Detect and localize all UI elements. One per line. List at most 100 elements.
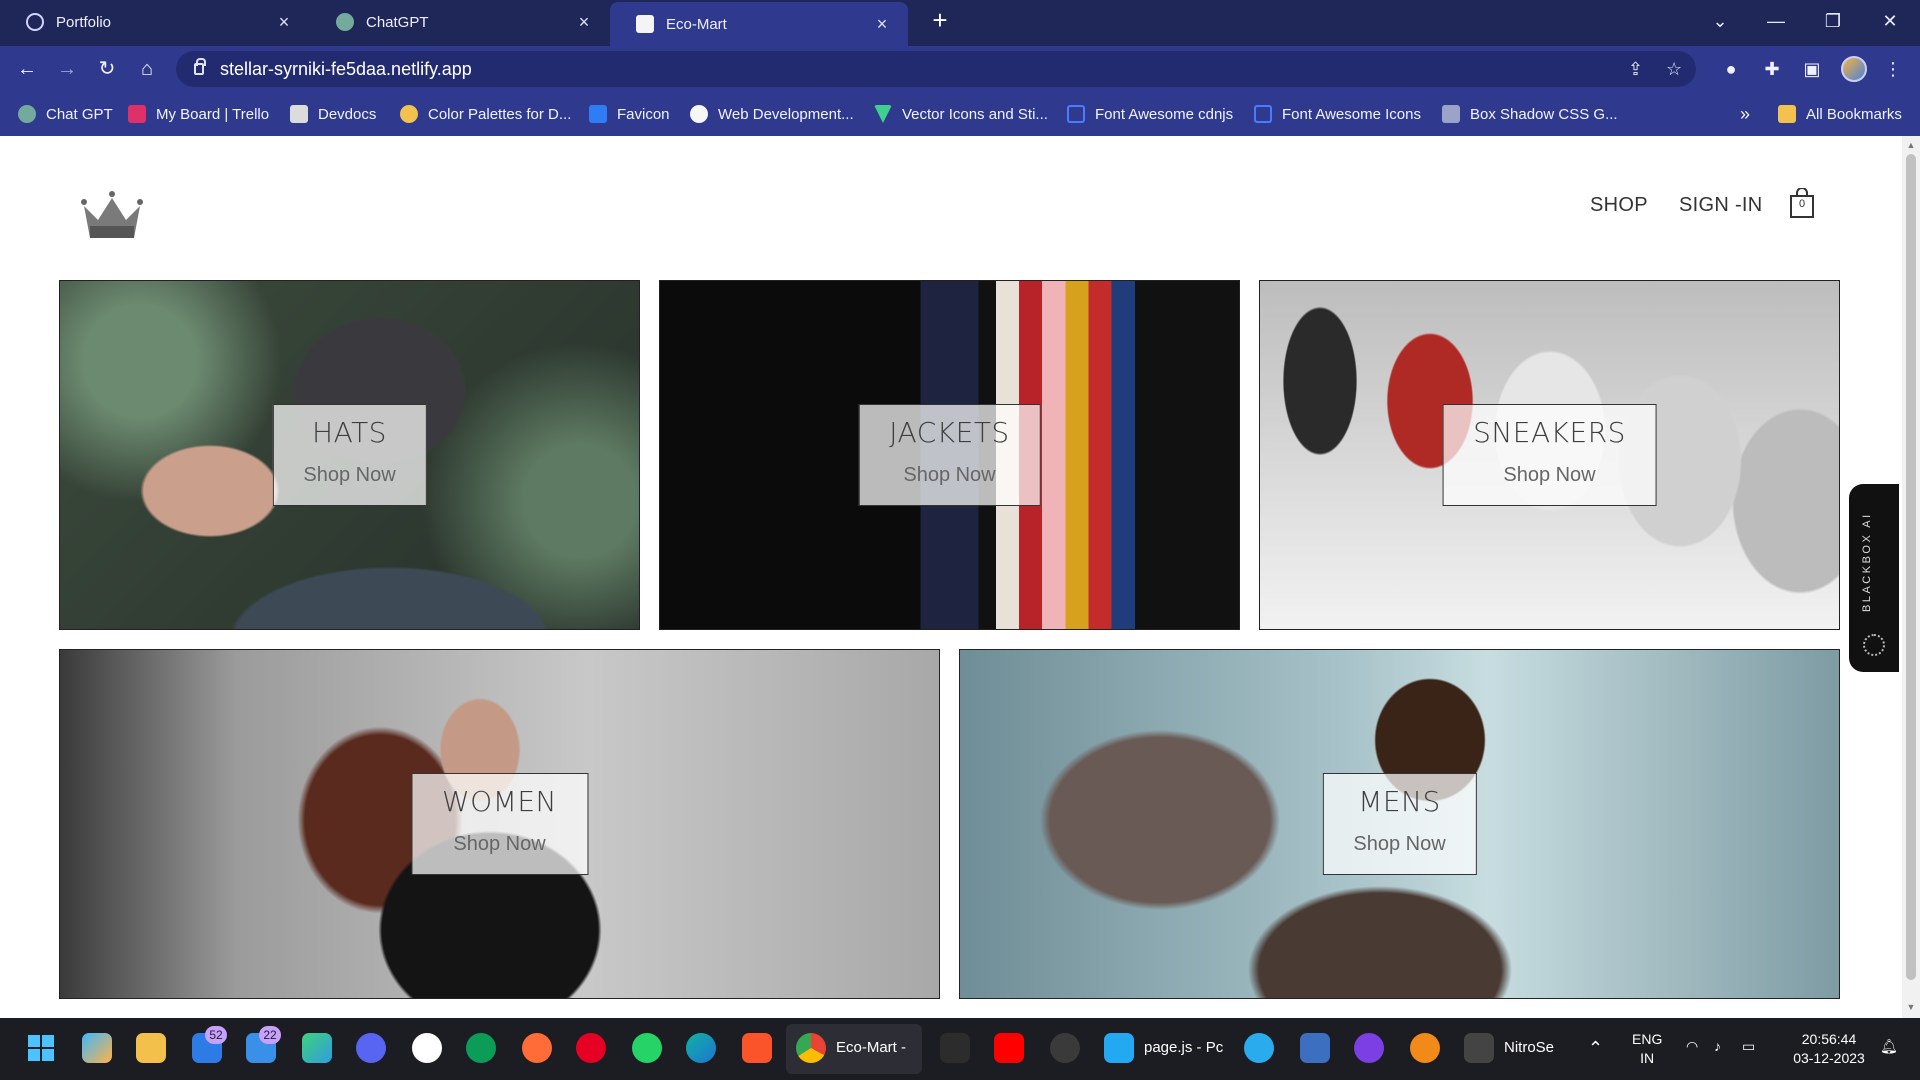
category-label-box[interactable]: JACKETS Shop Now xyxy=(858,404,1041,506)
windows-taskbar: 52 22 Eco-Mart - page.js - Pc NitroSe ⌃ … xyxy=(0,1018,1920,1080)
nav-signin-link[interactable]: SIGN -IN xyxy=(1679,194,1763,217)
category-tile-sneakers[interactable]: SNEAKERS Shop Now xyxy=(1259,280,1840,630)
menu-kebab-icon[interactable]: ⋮ xyxy=(1878,54,1908,84)
category-label-box[interactable]: HATS Shop Now xyxy=(272,404,427,506)
vector-icon xyxy=(874,105,892,123)
profile-avatar[interactable] xyxy=(1841,56,1867,82)
app-icon[interactable] xyxy=(1354,1033,1384,1063)
page-scrollbar[interactable]: ▲ ▼ xyxy=(1902,136,1920,1018)
bookmarks-overflow-button[interactable]: » xyxy=(1740,92,1750,136)
language-indicator[interactable]: ENG IN xyxy=(1632,1030,1662,1068)
scroll-up-arrow-icon[interactable]: ▲ xyxy=(1902,140,1920,150)
bookmark-vector-icons[interactable]: Vector Icons and Sti... xyxy=(874,92,1048,136)
tab-portfolio[interactable]: Portfolio × xyxy=(0,2,310,42)
category-tile-mens[interactable]: MENS Shop Now xyxy=(959,649,1840,999)
favicon-icon xyxy=(589,105,607,123)
whatsapp-icon[interactable] xyxy=(632,1033,662,1063)
wifi-icon[interactable]: ◠ xyxy=(1686,1038,1698,1055)
all-bookmarks-button[interactable]: All Bookmarks xyxy=(1778,92,1902,136)
bookmark-trello[interactable]: My Board | Trello xyxy=(128,92,269,136)
brave-icon[interactable] xyxy=(742,1033,772,1063)
tab-chatgpt[interactable]: ChatGPT × xyxy=(310,2,610,42)
volume-icon[interactable]: ♪ xyxy=(1714,1038,1721,1054)
shop-now-link[interactable]: Shop Now xyxy=(442,828,557,860)
postman-icon[interactable] xyxy=(522,1033,552,1063)
restore-icon[interactable]: ❐ xyxy=(1813,6,1853,36)
side-panel-icon[interactable]: ▣ xyxy=(1797,54,1827,84)
tab-eco-mart[interactable]: Eco-Mart × xyxy=(610,2,908,46)
share-icon[interactable]: ⇪ xyxy=(1628,51,1643,87)
extension-icon[interactable]: ● xyxy=(1716,54,1746,84)
address-bar[interactable]: stellar-syrniki-fe5daa.netlify.app ⇪ ☆ xyxy=(176,51,1696,87)
home-icon[interactable]: ⌂ xyxy=(132,54,162,84)
bookmark-font-awesome-icons[interactable]: Font Awesome Icons xyxy=(1254,92,1421,136)
blackbox-ai-widget[interactable]: BLACKBOX AI xyxy=(1849,484,1899,672)
bookmark-devdocs[interactable]: Devdocs xyxy=(290,92,376,136)
category-label-box[interactable]: SNEAKERS Shop Now xyxy=(1442,404,1657,506)
copilot-pre-icon[interactable] xyxy=(82,1033,112,1063)
tab-search-chevron-icon[interactable]: ⌄ xyxy=(1700,6,1740,36)
scrollbar-thumb[interactable] xyxy=(1906,154,1916,980)
chrome-icon[interactable] xyxy=(796,1033,826,1063)
notion-task-label: NitroSe xyxy=(1504,1039,1555,1056)
vscode-icon[interactable] xyxy=(1104,1033,1134,1063)
palette-icon xyxy=(400,105,418,123)
shop-now-link[interactable]: Shop Now xyxy=(1473,459,1626,491)
tab-label: ChatGPT xyxy=(366,13,429,31)
close-icon[interactable]: × xyxy=(574,12,594,33)
scroll-down-arrow-icon[interactable]: ▼ xyxy=(1902,1002,1920,1012)
window-close-icon[interactable]: ✕ xyxy=(1870,6,1910,36)
mongodb-icon[interactable] xyxy=(466,1033,496,1063)
category-label-box[interactable]: WOMEN Shop Now xyxy=(410,773,589,875)
close-icon[interactable]: × xyxy=(274,12,294,33)
app-icon[interactable] xyxy=(1300,1033,1330,1063)
file-explorer-icon[interactable] xyxy=(136,1033,166,1063)
slack-icon[interactable] xyxy=(412,1033,442,1063)
tray-chevron-icon[interactable]: ⌃ xyxy=(1588,1038,1603,1059)
category-title: WOMEN xyxy=(441,785,558,818)
bookmark-color-palettes[interactable]: Color Palettes for D... xyxy=(400,92,571,136)
shop-now-link[interactable]: Shop Now xyxy=(1353,828,1445,860)
minimize-icon[interactable]: — xyxy=(1756,6,1796,36)
category-title: SNEAKERS xyxy=(1473,416,1626,449)
category-tile-hats[interactable]: HATS Shop Now xyxy=(59,280,640,630)
bookmark-star-icon[interactable]: ☆ xyxy=(1666,51,1682,87)
category-tile-women[interactable]: WOMEN Shop Now xyxy=(59,649,940,999)
battery-icon[interactable]: ▭ xyxy=(1742,1038,1755,1055)
reload-icon[interactable]: ↻ xyxy=(92,54,122,84)
shop-now-link[interactable]: Shop Now xyxy=(303,459,395,491)
category-tile-jackets[interactable]: JACKETS Shop Now xyxy=(659,280,1240,630)
globe-icon xyxy=(26,13,44,31)
forward-arrow-icon[interactable]: → xyxy=(52,54,82,84)
pinterest-icon[interactable] xyxy=(576,1033,606,1063)
category-label-box[interactable]: MENS Shop Now xyxy=(1322,773,1477,875)
clock[interactable]: 20:56:44 03-12-2023 xyxy=(1784,1030,1874,1068)
youtube-icon[interactable] xyxy=(994,1033,1024,1063)
notification-bell-icon[interactable]: 🔔︎ xyxy=(1880,1038,1898,1055)
bookmark-chat-gpt[interactable]: Chat GPT xyxy=(18,92,113,136)
tab-label: Eco-Mart xyxy=(666,15,727,33)
new-tab-button[interactable]: + xyxy=(925,6,955,36)
bookmark-font-awesome-cdnjs[interactable]: Font Awesome cdnjs xyxy=(1067,92,1233,136)
nav-shop-link[interactable]: SHOP xyxy=(1590,194,1648,217)
box-shadow-icon xyxy=(1442,105,1460,123)
bookmark-web-development[interactable]: Web Development... xyxy=(690,92,854,136)
bookmark-box-shadow[interactable]: Box Shadow CSS G... xyxy=(1442,92,1618,136)
shop-now-link[interactable]: Shop Now xyxy=(889,459,1009,491)
obs-icon[interactable] xyxy=(1050,1033,1080,1063)
widgets-icon[interactable] xyxy=(302,1033,332,1063)
telegram-icon[interactable] xyxy=(1244,1033,1274,1063)
edge-icon[interactable] xyxy=(686,1033,716,1063)
tab-label: Portfolio xyxy=(56,13,112,31)
app-icon[interactable] xyxy=(940,1033,970,1063)
puzzle-extensions-icon[interactable]: ✚ xyxy=(1757,54,1787,84)
close-icon[interactable]: × xyxy=(872,14,892,35)
back-arrow-icon[interactable]: ← xyxy=(12,54,42,84)
notion-icon[interactable] xyxy=(1464,1033,1494,1063)
bookmark-favicon[interactable]: Favicon xyxy=(589,92,670,136)
bookmarks-bar: Chat GPT My Board | Trello Devdocs Color… xyxy=(0,92,1920,136)
fl-studio-icon[interactable] xyxy=(1410,1033,1440,1063)
crown-logo-icon[interactable] xyxy=(80,190,144,242)
windows-start-icon[interactable] xyxy=(26,1033,56,1063)
discord-icon[interactable] xyxy=(356,1033,386,1063)
